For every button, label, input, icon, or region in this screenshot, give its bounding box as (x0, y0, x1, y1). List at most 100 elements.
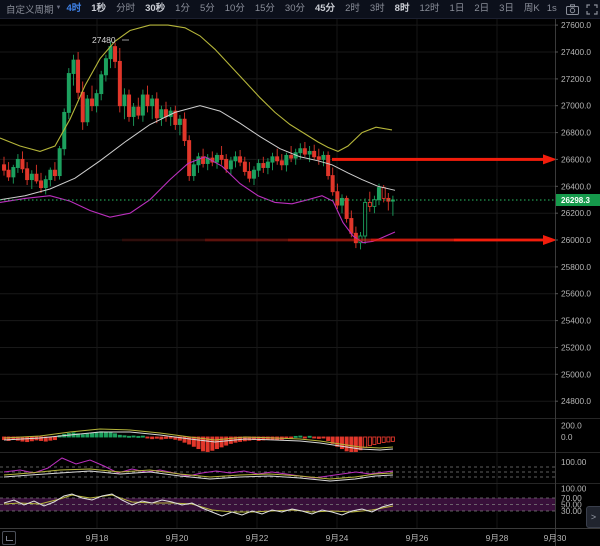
price-axis-label: 27000.0 (561, 101, 591, 111)
period-item[interactable]: 1日 (445, 0, 470, 18)
price-axis-label: 25000.0 (561, 369, 591, 379)
candle-body (271, 157, 274, 162)
osc-axis-label: 100.00 (561, 457, 587, 467)
candle-body (322, 155, 325, 159)
main-chart[interactable]: 26298.32748027600.027400.027200.027000.0… (0, 0, 600, 546)
hist-bar (327, 437, 330, 441)
support-line[interactable] (371, 239, 454, 242)
hist-bar (137, 436, 140, 437)
candle-body (44, 180, 47, 188)
candle-body (285, 155, 288, 164)
candle-body (72, 60, 75, 73)
price-axis-label: 26600.0 (561, 154, 591, 164)
candle-body (368, 202, 371, 206)
candle-body (377, 188, 380, 200)
date-axis-label: 9月20 (166, 533, 189, 543)
period-item[interactable]: 1分 (170, 0, 195, 18)
period-item[interactable]: 3日 (494, 0, 519, 18)
screenshot-camera-icon[interactable] (566, 4, 579, 15)
price-axis-label: 26200.0 (561, 208, 591, 218)
period-item[interactable]: 12时 (414, 0, 444, 18)
oscillator-panel (0, 458, 555, 481)
candle-body (77, 60, 80, 92)
hist-bar (128, 436, 131, 437)
candle-body (345, 198, 348, 218)
hist-bar (118, 435, 121, 437)
period-item[interactable]: 周K (519, 0, 545, 18)
price-axis: 27600.027400.027200.027000.026800.026600… (555, 20, 591, 516)
support-line[interactable] (454, 239, 544, 242)
candle-body (248, 172, 251, 179)
hist-bar (359, 437, 362, 450)
period-list: 4时1秒分时30秒1分5分10分15分30分45分2时3时8时12时1日2日3日… (61, 0, 544, 18)
period-item[interactable]: 30秒 (140, 0, 170, 18)
date-axis-label: 9月28 (486, 533, 509, 543)
candle-body (58, 149, 61, 176)
candle-body (276, 157, 279, 161)
candle-body (373, 200, 376, 207)
candle-body (49, 170, 52, 179)
resistance-line[interactable] (332, 158, 544, 161)
candle-body (146, 95, 149, 106)
period-item[interactable]: 10分 (220, 0, 250, 18)
price-axis-label: 25200.0 (561, 343, 591, 353)
hist-bar (132, 436, 135, 437)
trading-app-window: 自定义周期 ▼ 4时1秒分时30秒1分5分10分15分30分45分2时3时8时1… (0, 0, 600, 546)
hist-bar (350, 437, 353, 452)
resistance-arrow-icon (543, 154, 557, 164)
date-axis-label: 9月22 (246, 533, 269, 543)
support-line[interactable] (288, 239, 371, 242)
hist-bar (336, 437, 339, 446)
macd-histogram-panel (3, 429, 395, 452)
candle-body (299, 149, 302, 153)
candle-body (331, 176, 334, 192)
hist-bar (91, 433, 94, 437)
hist-bar (104, 432, 107, 437)
period-item[interactable]: 4时 (61, 0, 86, 18)
candle-body (12, 168, 15, 177)
period-item[interactable]: 8时 (390, 0, 415, 18)
support-line[interactable] (205, 239, 288, 242)
hist-bar (81, 435, 84, 437)
price-axis-label: 27400.0 (561, 47, 591, 57)
period-item[interactable]: 45分 (310, 0, 340, 18)
period-item[interactable]: 15分 (250, 0, 280, 18)
period-item[interactable]: 30分 (280, 0, 310, 18)
price-axis-label: 27600.0 (561, 20, 591, 30)
candle-body (382, 188, 385, 199)
hist-bar (197, 437, 200, 449)
chart-toolbar: 自定义周期 ▼ 4时1秒分时30秒1分5分10分15分30分45分2时3时8时1… (0, 0, 600, 19)
period-item[interactable]: 3时 (365, 0, 390, 18)
period-item[interactable]: 分时 (111, 0, 140, 18)
hist-bar (308, 436, 311, 437)
chevron-right-icon: > (591, 512, 596, 522)
period-item[interactable]: 2时 (340, 0, 365, 18)
hist-bar (317, 437, 320, 438)
sidebar-expander-button[interactable]: > (586, 506, 600, 528)
chart-tools-icon[interactable] (2, 531, 16, 545)
candle-body (151, 99, 154, 106)
period-item[interactable]: 5分 (195, 0, 220, 18)
period-item[interactable]: 2日 (469, 0, 494, 18)
candle-body (303, 149, 306, 154)
hist-bar (109, 433, 112, 437)
period-item[interactable]: 1秒 (86, 0, 111, 18)
candle-body (234, 157, 237, 161)
candle-body (308, 151, 311, 154)
custom-period-dropdown[interactable]: 自定义周期 ▼ (0, 2, 61, 16)
hist-axis-label: 0.0 (561, 432, 573, 442)
candle-body (3, 165, 6, 170)
candle-body (252, 170, 255, 178)
candle-body (225, 159, 228, 168)
price-axis-label: 27200.0 (561, 74, 591, 84)
hist-bar (114, 434, 117, 437)
kdj-axis-label: 30.00 (561, 506, 582, 516)
hist-bar (53, 437, 56, 440)
hist-bar (188, 437, 191, 444)
hist-bar (345, 437, 348, 451)
candle-body (114, 47, 117, 62)
candle-body (280, 161, 283, 165)
support-line[interactable] (122, 239, 205, 242)
fullscreen-icon[interactable] (586, 4, 598, 15)
hist-bar (100, 432, 103, 437)
